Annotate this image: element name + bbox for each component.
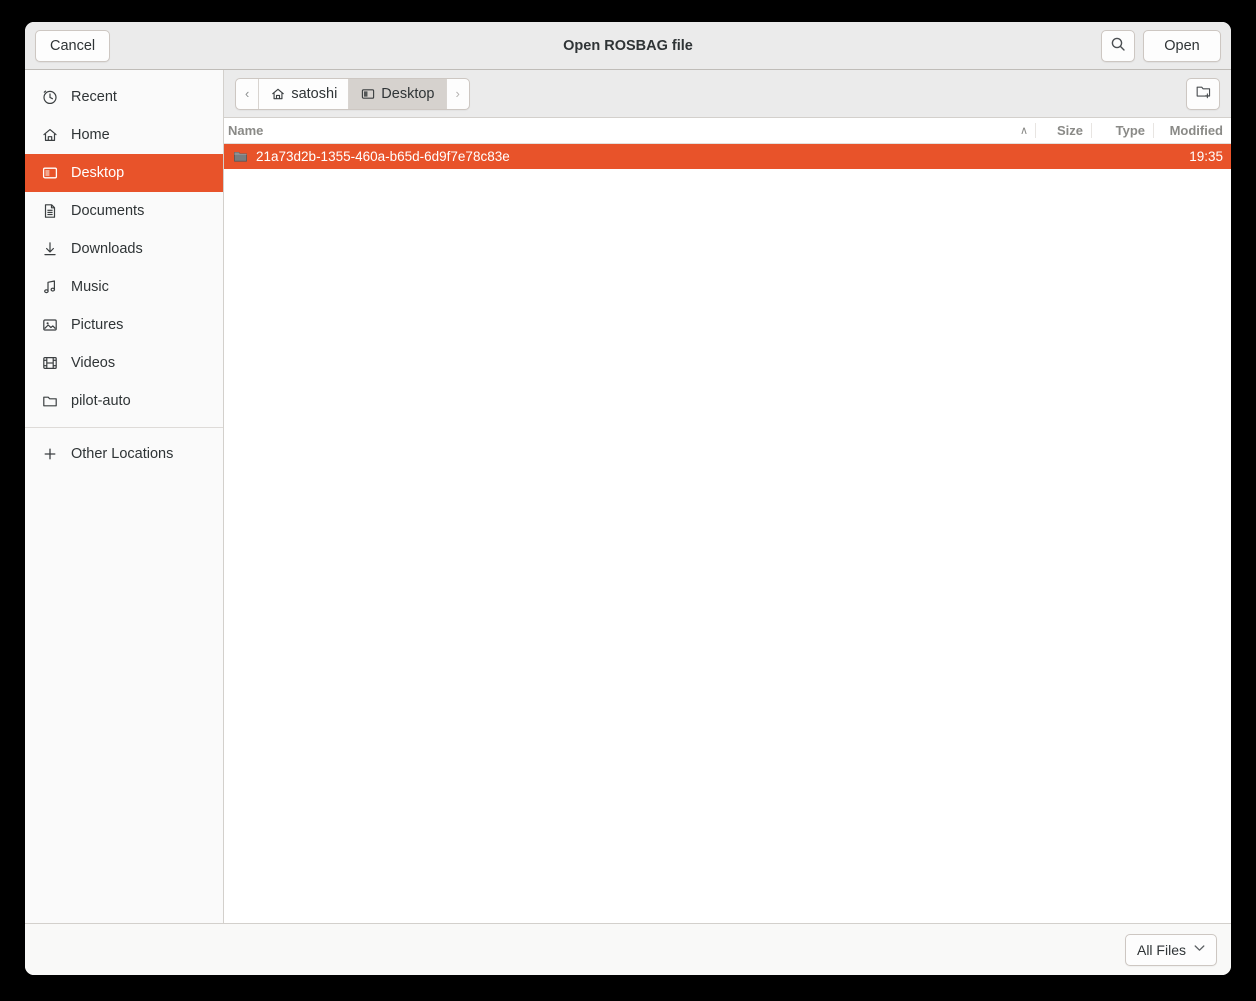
file-browser-pane: ‹ satoshi Desktop › Name ∧ Size Type Mod… xyxy=(224,70,1231,923)
create-folder-button[interactable] xyxy=(1186,77,1220,110)
dialog-headerbar: Cancel Open ROSBAG file Open xyxy=(25,22,1231,70)
breadcrumb-back-button[interactable]: ‹ xyxy=(236,78,260,109)
file-list-column-headers: Name ∧ Size Type Modified xyxy=(224,118,1231,144)
places-sidebar: Recent Home Desktop Documents Downloads … xyxy=(25,70,224,923)
breadcrumb: ‹ satoshi Desktop › xyxy=(235,77,470,110)
open-button[interactable]: Open xyxy=(1143,29,1221,62)
sidebar-item-other-locations[interactable]: Other Locations xyxy=(25,435,223,473)
open-file-dialog: Cancel Open ROSBAG file Open Recent Home… xyxy=(25,22,1231,975)
column-header-name[interactable]: Name xyxy=(228,123,1013,138)
download-icon xyxy=(41,241,58,258)
clock-icon xyxy=(41,89,58,106)
dialog-title: Open ROSBAG file xyxy=(563,37,693,54)
picture-icon xyxy=(41,317,58,334)
sidebar-item-label: Other Locations xyxy=(71,446,174,462)
sidebar-item-label: pilot-auto xyxy=(71,393,131,409)
breadcrumb-label: satoshi xyxy=(291,85,338,102)
sidebar-item-documents[interactable]: Documents xyxy=(25,192,223,230)
file-name-cell: 21a73d2b-1355-460a-b65d-6d9f7e78c83e xyxy=(228,149,1013,165)
video-icon xyxy=(41,355,58,372)
headerbar-actions: Open xyxy=(1101,29,1221,62)
file-name-label: 21a73d2b-1355-460a-b65d-6d9f7e78c83e xyxy=(256,149,510,164)
music-icon xyxy=(41,279,58,296)
sidebar-item-pictures[interactable]: Pictures xyxy=(25,306,223,344)
column-header-size[interactable]: Size xyxy=(1035,123,1091,138)
column-header-type[interactable]: Type xyxy=(1091,123,1153,138)
home-icon xyxy=(270,86,285,101)
sidebar-item-label: Recent xyxy=(71,89,117,105)
search-icon xyxy=(1110,36,1126,56)
pathbar-row: ‹ satoshi Desktop › xyxy=(224,70,1231,118)
sidebar-item-label: Documents xyxy=(71,203,145,219)
breadcrumb-label: Desktop xyxy=(381,85,435,102)
sidebar-item-videos[interactable]: Videos xyxy=(25,344,223,382)
breadcrumb-item-desktop[interactable]: Desktop xyxy=(349,78,447,109)
new-folder-icon xyxy=(1195,83,1212,105)
home-icon xyxy=(41,127,58,144)
folder-icon xyxy=(232,149,248,165)
file-list[interactable]: 21a73d2b-1355-460a-b65d-6d9f7e78c83e 19:… xyxy=(224,144,1231,923)
dialog-body: Recent Home Desktop Documents Downloads … xyxy=(25,70,1231,923)
sidebar-item-recent[interactable]: Recent xyxy=(25,78,223,116)
plus-icon xyxy=(41,446,58,463)
sidebar-item-label: Music xyxy=(71,279,109,295)
column-header-modified[interactable]: Modified xyxy=(1153,123,1231,138)
breadcrumb-item-satoshi[interactable]: satoshi xyxy=(259,78,350,109)
sidebar-item-pilot-auto[interactable]: pilot-auto xyxy=(25,382,223,420)
sidebar-item-label: Downloads xyxy=(71,241,143,257)
chevron-left-icon: ‹ xyxy=(245,86,250,101)
sidebar-item-home[interactable]: Home xyxy=(25,116,223,154)
sidebar-divider xyxy=(25,427,223,428)
cancel-button-label: Cancel xyxy=(50,37,96,54)
sidebar-item-label: Pictures xyxy=(71,317,124,333)
sidebar-item-downloads[interactable]: Downloads xyxy=(25,230,223,268)
file-modified-cell: 19:35 xyxy=(1189,149,1223,164)
search-button[interactable] xyxy=(1101,29,1135,62)
desktop-icon xyxy=(41,165,58,182)
dialog-footer: All Files xyxy=(25,923,1231,975)
open-button-label: Open xyxy=(1164,37,1200,54)
sidebar-item-label: Home xyxy=(71,127,110,143)
sort-ascending-icon: ∧ xyxy=(1019,125,1029,137)
sidebar-item-desktop[interactable]: Desktop xyxy=(25,154,223,192)
cancel-button[interactable]: Cancel xyxy=(35,29,111,62)
sidebar-item-label: Desktop xyxy=(71,165,125,181)
sidebar-item-music[interactable]: Music xyxy=(25,268,223,306)
breadcrumb-forward-button[interactable]: › xyxy=(447,79,469,109)
sidebar-item-label: Videos xyxy=(71,355,116,371)
folder-icon xyxy=(41,393,58,410)
file-filter-label: All Files xyxy=(1136,941,1186,958)
desktop-icon xyxy=(360,86,375,101)
chevron-down-icon xyxy=(1194,944,1205,955)
chevron-right-icon: › xyxy=(455,86,460,101)
table-row[interactable]: 21a73d2b-1355-460a-b65d-6d9f7e78c83e 19:… xyxy=(224,144,1231,169)
file-filter-dropdown[interactable]: All Files xyxy=(1124,933,1217,966)
document-icon xyxy=(41,203,58,220)
